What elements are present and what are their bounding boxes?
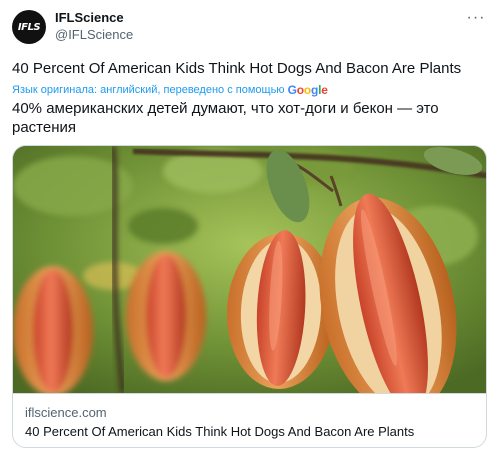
more-options-button[interactable]: ···	[466, 8, 486, 28]
avatar-logo-text: IFLS	[17, 21, 41, 33]
card-title[interactable]: 40 Percent Of American Kids Think Hot Do…	[25, 424, 414, 439]
hotdog-tree-illustration	[13, 146, 486, 393]
google-logo: Google	[287, 83, 328, 97]
translation-notice[interactable]: Язык оригинала: английский, переведено с…	[12, 83, 328, 97]
card-divider	[13, 393, 486, 394]
card-domain: iflscience.com	[25, 405, 107, 420]
author-handle[interactable]: @IFLScience	[55, 27, 133, 42]
translated-text: 40% американских детей думают, что хот-д…	[12, 100, 439, 136]
tweet-text: 40 Percent Of American Kids Think Hot Do…	[12, 60, 462, 77]
more-horizontal-icon: ···	[466, 9, 486, 26]
tweet[interactable]: IFLS IFLScience @IFLScience ··· 40 Perce…	[0, 0, 500, 458]
link-card[interactable]: iflscience.com 40 Percent Of American Ki…	[12, 145, 487, 448]
card-image	[13, 146, 486, 393]
author-display-name[interactable]: IFLScience	[55, 10, 124, 25]
avatar[interactable]: IFLS	[12, 10, 46, 44]
translation-label: Язык оригинала: английский, переведено с…	[12, 84, 285, 96]
